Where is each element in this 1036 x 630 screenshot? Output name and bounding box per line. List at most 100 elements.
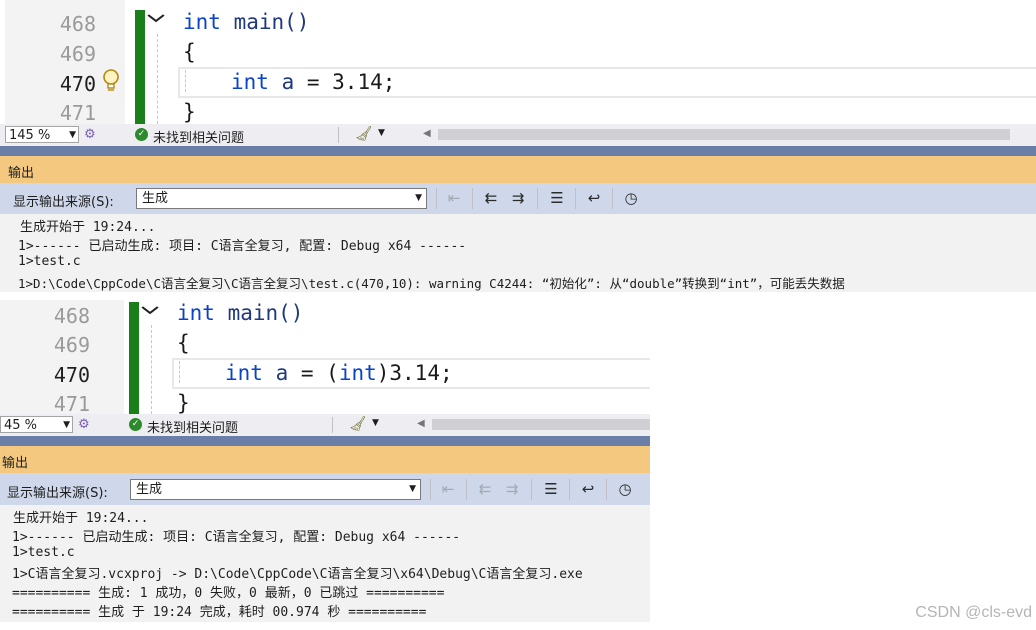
fold-chevron-icon[interactable] (147, 12, 165, 28)
identifier: a (262, 361, 289, 385)
divider (537, 188, 538, 209)
source-label: 显示输出来源(S): (13, 195, 114, 210)
indent-guide (157, 34, 158, 124)
chevron-down-icon: ▼ (415, 193, 422, 203)
keyword: int (183, 10, 221, 34)
code-line-470[interactable]: int a = (int)3.14; (225, 361, 453, 385)
next-message-icon[interactable]: ⇉ (508, 188, 528, 208)
scroll-left-icon[interactable]: ◀ (417, 418, 425, 429)
keyword: int (231, 70, 269, 94)
output-header: 输出 (0, 446, 650, 473)
output-line: 1>test.c (12, 545, 75, 560)
panel-separator (0, 436, 650, 446)
word-wrap-icon[interactable]: ↩ (584, 188, 604, 208)
lightbulb-icon[interactable] (101, 68, 121, 97)
divider (472, 188, 473, 209)
panel-separator (0, 146, 1036, 156)
code-line-468[interactable]: int main() (177, 301, 303, 325)
output-text-area[interactable]: 生成开始于 19:24... 1>------ 已启动生成: 项目: C语言全复… (0, 505, 650, 622)
check-circle-icon: ✓ (129, 418, 142, 431)
broom-icon[interactable]: 🧹︎ (349, 416, 367, 432)
brush-icon[interactable]: ⚙ (84, 127, 96, 142)
find-message-icon[interactable]: ⇤ (438, 479, 458, 499)
identifier: a (268, 70, 295, 94)
output-line: 1>------ 已启动生成: 项目: C语言全复习, 配置: Debug x6… (12, 530, 461, 545)
output-line: ========== 生成 于 19:24 完成，耗时 00.974 秒 ===… (12, 605, 427, 620)
zoom-value: 45 % (4, 418, 38, 433)
clock-icon[interactable]: ◷ (621, 188, 641, 208)
line-number-current: 470 (53, 363, 90, 387)
horizontal-scrollbar[interactable] (432, 419, 650, 430)
keyword: int (177, 301, 215, 325)
indent-guide (179, 361, 180, 383)
editor-status-strip: 145 % ▼ ⚙ ✓ 未找到相关问题 🧹︎ ▼ ◀ (0, 124, 1036, 146)
source-value: 生成 (142, 191, 169, 206)
chevron-down-icon: ▼ (69, 130, 76, 140)
output-title: 输出 (8, 166, 35, 181)
source-label: 显示输出来源(S): (7, 486, 108, 501)
scroll-left-icon[interactable]: ◀ (423, 128, 431, 139)
output-line: 生成开始于 19:24... (20, 220, 156, 235)
top-screenshot-panel: 468 469 470 471 int main() { int a = 3.1… (0, 0, 1036, 292)
zoom-level-dropdown[interactable]: 45 % ▼ (0, 416, 73, 433)
next-message-icon[interactable]: ⇉ (502, 479, 522, 499)
change-tracking-bar (129, 302, 139, 414)
divider (569, 479, 570, 500)
fold-chevron-icon[interactable] (141, 304, 159, 320)
previous-message-icon[interactable]: ⇇ (475, 479, 495, 499)
indent-guide (185, 70, 186, 92)
output-source-dropdown[interactable]: 生成 ▼ (130, 479, 421, 500)
horizontal-scrollbar[interactable] (438, 129, 1010, 140)
output-line: 1>------ 已启动生成: 项目: C语言全复习, 配置: Debug x6… (18, 239, 467, 254)
code-editor[interactable]: 468 469 470 471 int main() { int a = (in… (0, 300, 650, 416)
find-message-icon[interactable]: ⇤ (444, 188, 464, 208)
divider (531, 479, 532, 500)
code-editor[interactable]: 468 469 470 471 int main() { int a = 3.1… (0, 0, 1036, 125)
code-line-469[interactable]: { (183, 40, 196, 64)
word-wrap-icon[interactable]: ↩ (578, 479, 598, 499)
chevron-down-icon[interactable]: ▼ (372, 418, 379, 428)
previous-message-icon[interactable]: ⇇ (481, 188, 501, 208)
output-line: 生成开始于 19:24... (13, 511, 149, 526)
code-line-469[interactable]: { (177, 331, 190, 355)
code-line-468[interactable]: int main() (183, 10, 309, 34)
issues-status-text[interactable]: 未找到相关问题 (147, 417, 238, 436)
indent-guide (151, 325, 152, 414)
issues-status-text[interactable]: 未找到相关问题 (153, 127, 244, 146)
divider (430, 479, 431, 500)
clear-all-icon[interactable]: ☰ (547, 188, 567, 208)
line-number: 469 (53, 333, 90, 357)
bottom-screenshot-panel: 468 469 470 471 int main() { int a = (in… (0, 300, 650, 622)
divider (436, 188, 437, 209)
broom-icon[interactable]: 🧹︎ (355, 126, 373, 142)
identifier: main() (214, 301, 304, 325)
output-line: ========== 生成: 1 成功，0 失败，0 最新，0 已跳过 ====… (12, 586, 445, 601)
output-source-dropdown[interactable]: 生成 ▼ (136, 188, 427, 209)
output-toolbar: 显示输出来源(S): 生成 ▼ ⇤ ⇇ ⇉ ☰ ↩ ◷ (0, 183, 1036, 214)
output-text-area[interactable]: 生成开始于 19:24... 1>------ 已启动生成: 项目: C语言全复… (0, 214, 1036, 292)
code-rest: = ( (288, 361, 339, 385)
output-line: 1>test.c (18, 254, 81, 269)
watermark: CSDN @cls-evd (915, 604, 1032, 621)
chevron-down-icon[interactable]: ▼ (378, 128, 385, 138)
code-rest: )3.14; (376, 361, 453, 385)
change-tracking-bar (135, 10, 145, 124)
output-title: 输出 (2, 456, 29, 471)
line-number: 469 (59, 42, 96, 66)
output-header: 输出 (0, 156, 1036, 183)
editor-status-strip: 45 % ▼ ⚙ ✓ 未找到相关问题 🧹︎ ▼ ◀ (0, 414, 650, 436)
code-line-471[interactable]: } (177, 391, 190, 415)
chevron-down-icon: ▼ (409, 484, 416, 494)
source-value: 生成 (136, 482, 163, 497)
brush-icon[interactable]: ⚙ (78, 417, 90, 432)
line-number: 471 (53, 392, 90, 416)
zoom-level-dropdown[interactable]: 145 % ▼ (5, 126, 79, 143)
code-line-470[interactable]: int a = 3.14; (231, 70, 395, 94)
code-line-471[interactable]: } (183, 100, 196, 124)
clear-all-icon[interactable]: ☰ (541, 479, 561, 499)
identifier: main() (220, 10, 310, 34)
line-number-current: 470 (59, 72, 96, 96)
divider (575, 188, 576, 209)
clock-icon[interactable]: ◷ (615, 479, 635, 499)
code-rest: = 3.14; (294, 70, 396, 94)
